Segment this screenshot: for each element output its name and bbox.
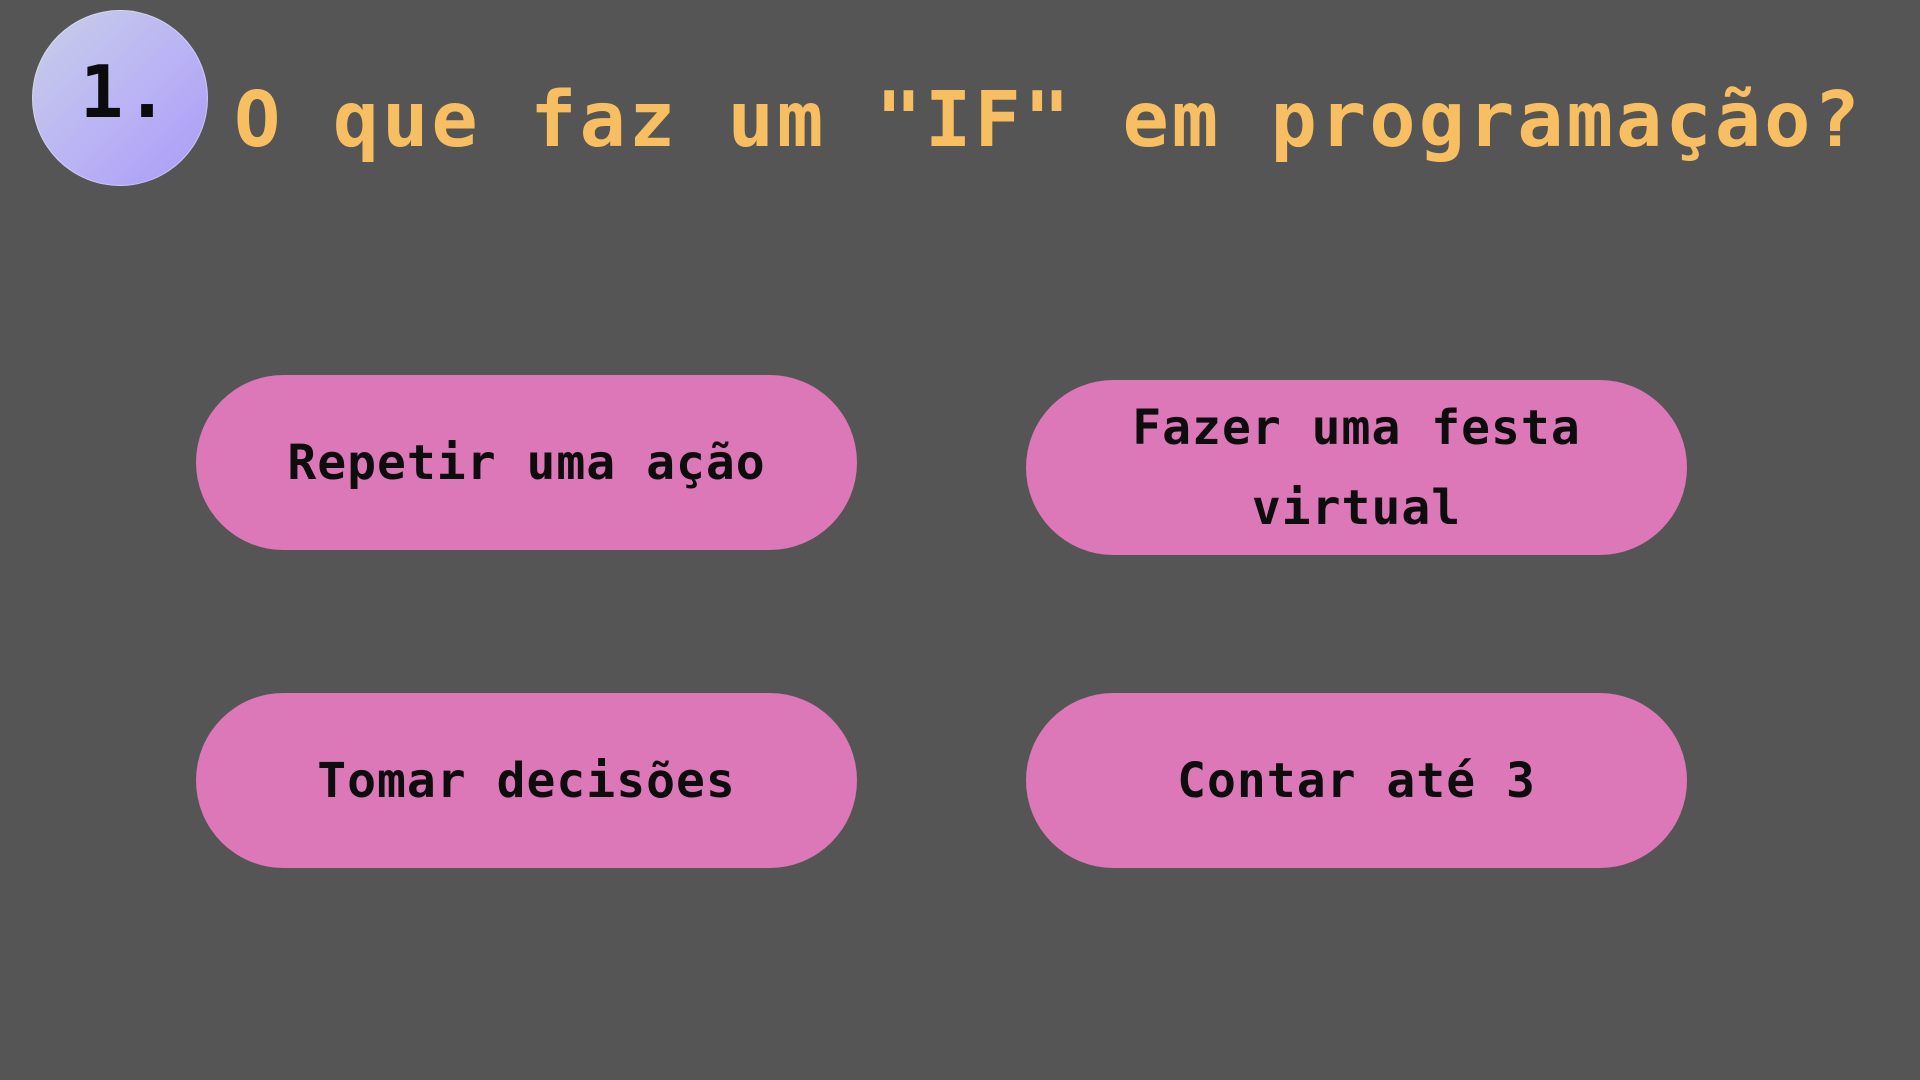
answer-option-label: Repetir uma ação <box>287 434 766 491</box>
answer-option-label: Fazer uma festa virtual <box>1132 399 1581 536</box>
question-number: 1. <box>80 50 171 134</box>
answer-option-a[interactable]: Repetir uma ação <box>196 375 857 550</box>
question-number-badge: 1. <box>32 10 208 186</box>
question-title: O que faz um "IF" em programação? <box>234 76 1863 165</box>
answer-option-label: Tomar decisões <box>317 752 736 809</box>
answer-option-d[interactable]: Contar até 3 <box>1026 693 1687 868</box>
answer-option-label: Contar até 3 <box>1177 752 1536 809</box>
answer-option-c[interactable]: Tomar decisões <box>196 693 857 868</box>
answer-option-b[interactable]: Fazer uma festa virtual <box>1026 380 1687 555</box>
